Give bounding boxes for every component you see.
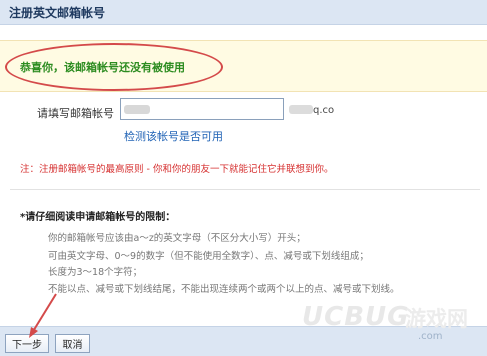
annotation-arrow-icon: [29, 293, 57, 338]
